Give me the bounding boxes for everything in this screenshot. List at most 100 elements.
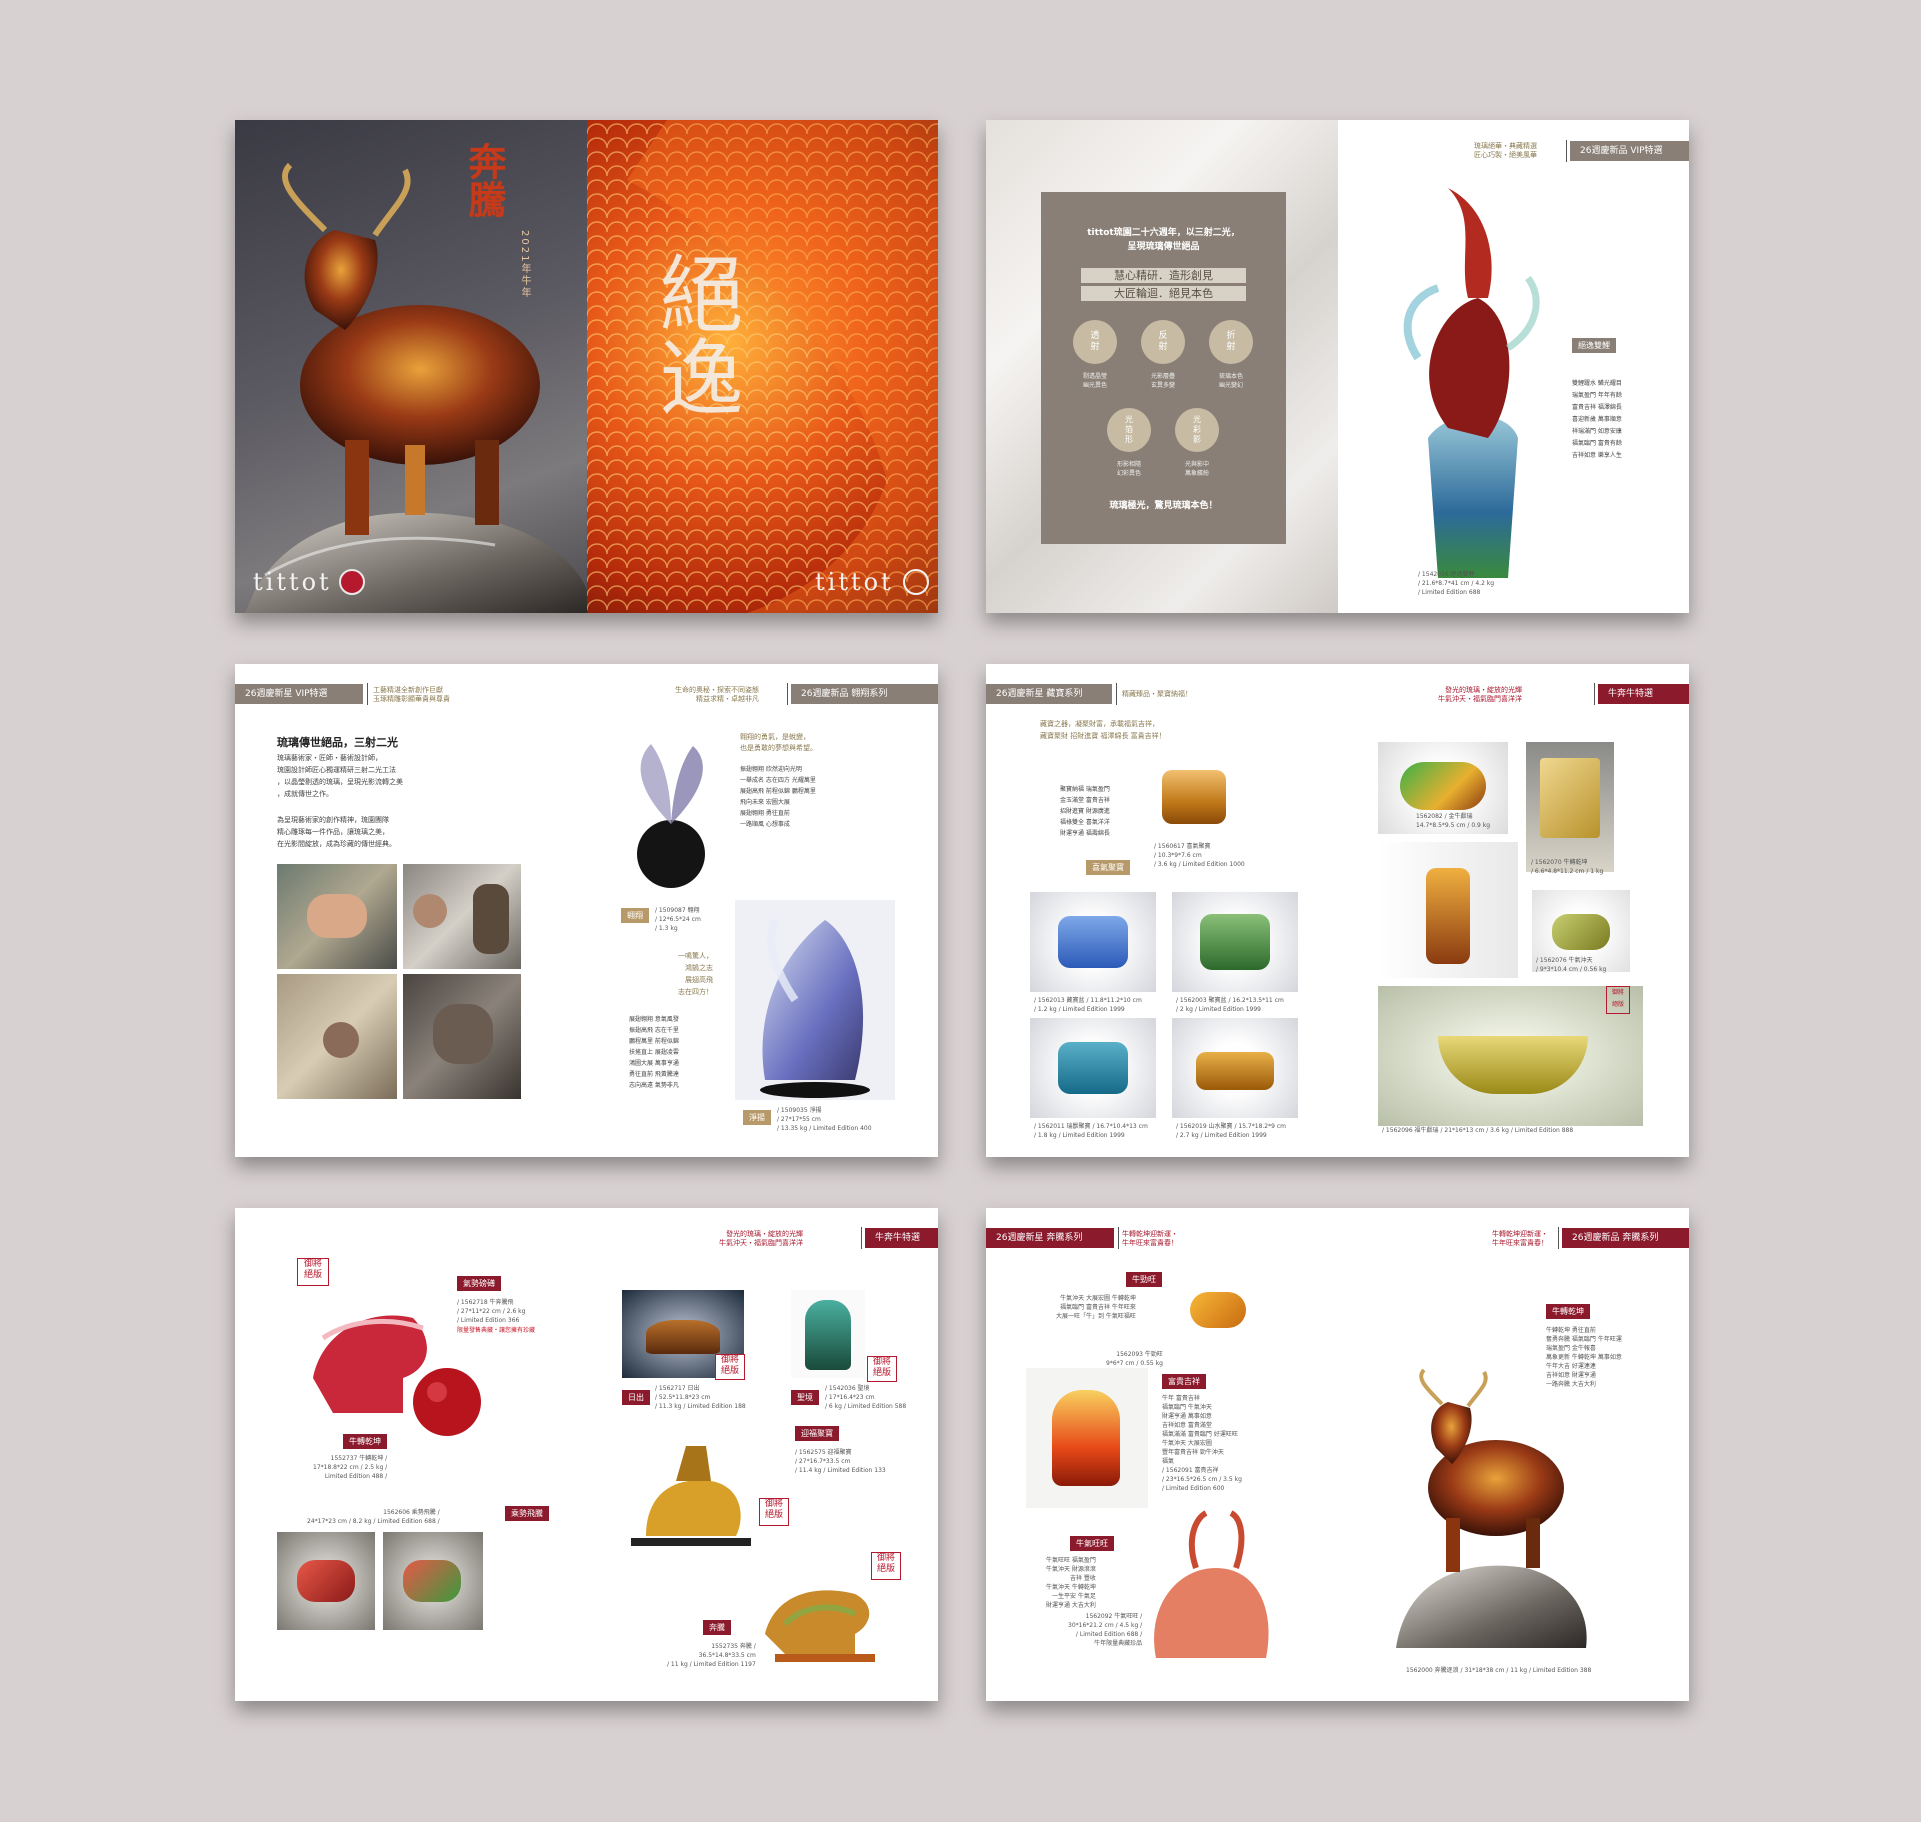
product-tag-1: 氣勢磅礡 [457, 1276, 501, 1291]
header-divider [861, 1227, 862, 1249]
cover-brand-right: tittot [815, 568, 894, 596]
main-treasure-bowl-image [1152, 756, 1236, 838]
main-spec: / 1560617 喜氣聚寶 / 10.3*9*7.6 cm / 3.6 kg … [1154, 843, 1245, 868]
product-spec-7: 1552735 奔騰 / 36.5*14.8*33.5 cm / 11 kg /… [667, 1643, 756, 1668]
panel-band-1: 慧心精研．造形創見 [1081, 268, 1246, 283]
treasure-description: 聚寶納福 瑞氣盈門 金玉滿堂 富貴吉祥 招財進寶 財源廣進 福祿雙全 喜氣洋洋 … [1060, 786, 1110, 837]
limited-seal-4: 御將 絕版 [759, 1498, 789, 1526]
left-header-side: 工藝精湛全新創作巨獻 玉琢精雕彰顯華貴與尊貴 [373, 686, 450, 703]
spread-craft: 26週慶新星 VIP特選 工藝精湛全新創作巨獻 玉琢精雕彰顯華貴與尊貴 生命的奧… [235, 664, 938, 1157]
article-title: 琉璃傳世絕品，三射二光 [277, 736, 398, 749]
left-header-bar: 26週慶新星 奔騰系列 [986, 1228, 1114, 1248]
cover-left-page: 奔騰 2021年牛年 tittot [235, 120, 587, 613]
product-tag-3: 牛氣旺旺 [1070, 1536, 1114, 1551]
product-text-3: 牛氣旺旺 福氣盈門 牛氣沖天 財源滾滾 吉祥 豐收 牛氣沖天 牛轉乾坤 一生平安… [1046, 1557, 1096, 1609]
product-text-1: 牛氣沖天 大展宏圖 牛轉乾坤 福氣臨門 富貴吉祥 牛年旺來 大展一旺「牛」到 牛… [1056, 1295, 1136, 1320]
golden-ox-treasure-image [631, 1446, 751, 1546]
header-bar: 26週慶新品 VIP特選 [1570, 141, 1689, 161]
spec-c: / 1562011 瑞獸聚寶 / 16.7*10.4*13 cm / 1.8 k… [1034, 1123, 1148, 1139]
cover-brand-left: tittot [253, 568, 332, 596]
koi-scale-pattern-image [587, 120, 938, 613]
product-spec-3: 1562092 牛氣旺旺 / 30*16*21.2 cm / 4.5 kg / … [1068, 1613, 1143, 1647]
header-divider [1118, 1227, 1119, 1249]
marble-left-page: tittot琉園二十六週年，以三射二光， 呈現琉璃傳世絕品 慧心精研．造形創見 … [986, 120, 1338, 613]
circle-caption-5: 光與影中 萬象繽紛 [1184, 461, 1209, 477]
product-spec-5: / 1542036 聖境 / 17*16.4*23 cm / 6 kg / Li… [825, 1385, 907, 1410]
circle-caption-4: 形影相隨 幻彩異色 [1116, 461, 1141, 477]
spread-cover: 奔騰 2021年牛年 tittot 絕逸 tittot [235, 120, 938, 613]
poem-1: 翱翔的勇氣，是蛻變， 也是勇敢的夢想與希望。 [740, 733, 817, 752]
galloping-ox-image [765, 1590, 875, 1662]
gold-medallion-image [1526, 742, 1614, 872]
circle-refraction: 折 射 [1209, 320, 1253, 364]
right-header-side: 發光的琉璃・綻放的光輝 牛氣沖天・福氣臨門喜洋洋 [719, 1230, 803, 1247]
product-tag-1: 翱翔 [621, 908, 649, 923]
product-tag-2: 牛轉乾坤 [343, 1434, 387, 1449]
amber-bowl-image [1172, 1018, 1298, 1118]
left-header-bar: 26週慶新星 VIP特選 [235, 684, 363, 704]
product-tag-2: 富貴吉祥 [1162, 1374, 1206, 1389]
spec-d: / 1562019 山水聚寶 / 15.7*18.2*9 cm / 2.7 kg… [1176, 1123, 1286, 1139]
spec-b: / 1562003 聚寶盆 / 16.2*13.5*11 cm / 2 kg /… [1176, 997, 1284, 1013]
spec-g: / 1562076 牛氣沖天 / 9*3*10.4 cm / 0.56 kg [1536, 957, 1607, 973]
craft-photo-hands [277, 864, 397, 969]
cover-title: 奔騰 [462, 142, 507, 218]
spread-intro: tittot琉園二十六週年，以三射二光， 呈現琉璃傳世絕品 慧心精研．造形創見 … [986, 120, 1689, 613]
article-paragraph-2: 為呈現藝術家的創作精神，琉園團隊 精心雕琢每一件作品，讓琉璃之美， 在光影間綻放… [277, 816, 396, 848]
left-header-side: 牛轉乾坤迎新運・ 牛年旺來富貴春！ [1122, 1230, 1178, 1247]
product-tag-7: 奔騰 [703, 1620, 731, 1635]
article-paragraph-1: 琉璃藝術家・匠師・藝術設計師， 琉園設計師匠心獨運精研三射二光工法 ，以晶瑩剔透… [277, 754, 403, 798]
product-tag-5: 聖境 [791, 1390, 819, 1405]
left-header-side: 精藏臻品・聚寶納福！ [1122, 690, 1192, 698]
bull-sculpture-image [245, 162, 587, 613]
left-header-bar: 26週慶新星 藏寶系列 [986, 684, 1112, 704]
product-spec-4: / 1562717 日出 / 52.5*11.8*23 cm / 11.3 kg… [655, 1385, 746, 1410]
treasure-boat-image [1378, 986, 1643, 1126]
product-spec-2: / 1562091 富貴吉祥 / 23*16.5*26.5 cm / 3.5 k… [1162, 1467, 1242, 1492]
circle-foil: 光 箔 形 [1107, 408, 1151, 452]
circle-caption-3: 琉璃本色 幽光變幻 [1218, 373, 1243, 389]
coral-bull-image [1154, 1510, 1269, 1658]
limited-seal-2: 御將 絕版 [715, 1354, 745, 1380]
spec-i: / 1562096 福牛獻瑞 / 21*16*13 cm / 3.6 kg / … [1382, 1127, 1574, 1134]
amber-bull-tower-image [1378, 842, 1518, 978]
product-tag-6: 迎福聚寶 [795, 1426, 839, 1441]
header-divider [1566, 140, 1567, 162]
product-spec: / 1542016 絕逸雙鯉 / 21.6*8.7*41 cm / 4.2 kg… [1418, 571, 1495, 596]
poem-2: 一鳴驚人， 鴻鵠之志 展翅高飛 志在四方！ [678, 952, 713, 996]
poem-1-body: 振翅翱翔 欣然迎向光明 一舉成名 志在四方 光耀萬里 展翅高飛 前程似錦 鵬程萬… [740, 766, 816, 828]
product-right-page: 琉璃絕華・典藏精選 匠心巧製・絕美風華 26週慶新品 VIP特選 絕逸雙鯉 雙鯉… [1338, 120, 1689, 613]
right-header-side: 生命的奧秘・探索不同姿態 精益求精・卓越非凡 [675, 686, 759, 703]
panel-band-2: 大匠輪迴．絕見本色 [1081, 286, 1246, 301]
product-tag-4: 日出 [622, 1390, 650, 1405]
circle-reflection: 反 射 [1141, 320, 1185, 364]
treasure-intro: 藏寶之器，凝聚財富，承載福氣吉祥， 藏寶聚財 招財進寶 福澤綿長 富貴吉祥！ [1040, 720, 1166, 740]
brand-seal-icon [903, 569, 929, 595]
holy-realm-image [791, 1290, 865, 1378]
panel-footer: 琉璃極光，驚見琉璃本色！ [1109, 501, 1218, 511]
spread-bull-selection: 發光的琉璃・綻放的光輝 牛氣沖天・福氣臨門喜洋洋 牛奔牛特選 御將 絕版 氣勢磅… [235, 1208, 938, 1701]
product-spec-1: / 1562718 牛奔騰飛 / 27*11*22 cm / 2.6 kg / … [457, 1299, 526, 1324]
butterfly-sculpture-image [637, 744, 705, 888]
product-tag-1: 牛勁旺 [1126, 1272, 1162, 1287]
spread-treasure: 26週慶新星 藏寶系列 精藏臻品・聚寶納福！ 藏寶之器，凝聚財富，承載福氣吉祥，… [986, 664, 1689, 1157]
spec-f: / 1562070 牛轉乾坤 / 6.6*4.8*11.2 cm / 1 kg [1531, 859, 1604, 875]
product-tag-2: 淨揚 [743, 1110, 771, 1125]
product-spec-4: 1562000 奔騰逐浪 / 31*18*38 cm / 11 kg / Lim… [1406, 1667, 1592, 1674]
circle-transmission: 透 射 [1073, 320, 1117, 364]
cover-subtitle: 2021年牛年 [519, 230, 530, 300]
cover-right-page: 絕逸 tittot [587, 120, 938, 613]
spread-galloping-series: 26週慶新星 奔騰系列 牛轉乾坤迎新運・ 牛年旺來富貴春！ 牛轉乾坤迎新運・ 牛… [986, 1208, 1689, 1701]
eagle-sculpture-image [735, 900, 895, 1100]
right-header-bar: 牛奔牛特選 [1598, 684, 1689, 704]
koi-sculpture-image [1403, 188, 1540, 578]
craft-photo-clay [403, 974, 521, 1099]
header-divider [787, 683, 788, 705]
header-divider [1558, 1227, 1559, 1249]
calligraphy-title: 絕逸 [646, 250, 744, 418]
product-spec-3: 1562606 乘勢飛騰 / 24*17*23 cm / 8.2 kg / Li… [307, 1509, 440, 1525]
product-spec-2: / 1509035 淨揚 / 27*17*55 cm / 13.35 kg / … [777, 1107, 872, 1132]
product-spec-6: / 1562575 迎福聚寶 / 27*16.7*33.5 cm / 11.4 … [795, 1449, 886, 1474]
product-tag: 絕逸雙鯉 [1572, 338, 1616, 353]
product-tag-4: 牛轉乾坤 [1546, 1304, 1590, 1319]
